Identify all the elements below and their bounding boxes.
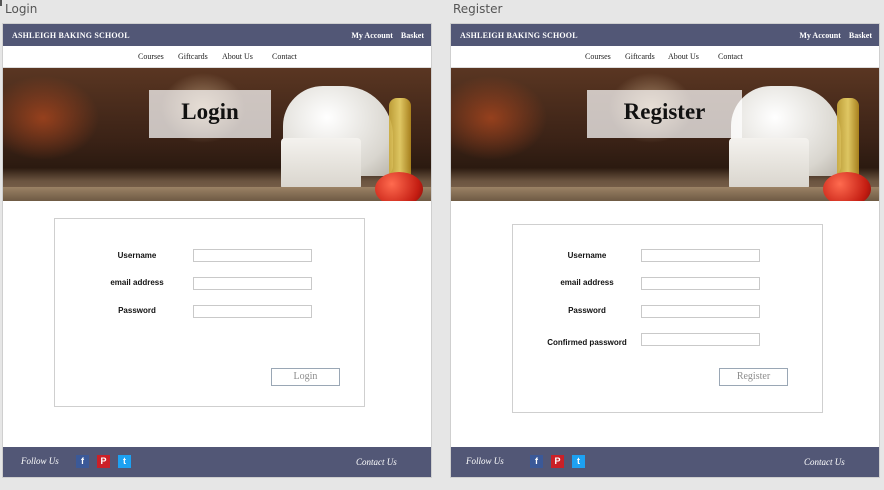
oil-bottle-image: [837, 98, 859, 178]
nav-courses[interactable]: Courses: [585, 52, 611, 61]
main-nav: Courses Giftcards About Us Contact: [451, 46, 879, 68]
contact-us-link[interactable]: Contact Us: [356, 457, 397, 467]
artboard-label-register[interactable]: Register: [453, 2, 502, 16]
artboard-label-login[interactable]: Login: [5, 2, 37, 16]
pinterest-icon[interactable]: P: [551, 455, 564, 468]
page-title: Login: [181, 99, 239, 124]
confirm-password-label: Confirmed password: [547, 338, 627, 347]
password-input[interactable]: [641, 305, 760, 318]
table-surface: [451, 187, 879, 201]
oil-bottle-image: [389, 98, 411, 178]
nav-contact[interactable]: Contact: [272, 52, 297, 61]
confirm-password-input[interactable]: [641, 333, 760, 346]
username-label: Username: [567, 251, 607, 260]
facebook-icon[interactable]: f: [530, 455, 543, 468]
selection-marker: [0, 0, 2, 6]
nav-contact[interactable]: Contact: [718, 52, 743, 61]
email-input[interactable]: [641, 277, 760, 290]
nav-about[interactable]: About Us: [222, 52, 253, 61]
tomato-image: [823, 172, 871, 201]
top-bar: ASHLEIGH BAKING SCHOOL My Account Basket: [451, 24, 879, 46]
account-links: My Account Basket: [343, 31, 424, 40]
table-surface: [3, 187, 431, 201]
hero-banner: Register: [451, 68, 879, 201]
twitter-icon[interactable]: t: [572, 455, 585, 468]
chef-hat-band: [281, 138, 361, 190]
main-nav: Courses Giftcards About Us Contact: [3, 46, 431, 68]
password-label: Password: [118, 306, 156, 315]
password-input[interactable]: [193, 305, 312, 318]
nav-giftcards[interactable]: Giftcards: [625, 52, 655, 61]
register-form: Username email address Password Confirme…: [512, 224, 823, 413]
account-links: My Account Basket: [791, 31, 872, 40]
email-label: email address: [560, 278, 614, 287]
register-artboard: ASHLEIGH BAKING SCHOOL My Account Basket …: [451, 24, 879, 477]
nav-giftcards[interactable]: Giftcards: [178, 52, 208, 61]
username-input[interactable]: [641, 249, 760, 262]
basket-link[interactable]: Basket: [849, 31, 872, 40]
login-button[interactable]: Login: [271, 368, 340, 386]
login-artboard: ASHLEIGH BAKING SCHOOL My Account Basket …: [3, 24, 431, 477]
nav-courses[interactable]: Courses: [138, 52, 164, 61]
contact-us-link[interactable]: Contact Us: [804, 457, 845, 467]
register-button[interactable]: Register: [719, 368, 788, 386]
facebook-icon[interactable]: f: [76, 455, 89, 468]
brand-logo[interactable]: ASHLEIGH BAKING SCHOOL: [12, 31, 130, 40]
my-account-link[interactable]: My Account: [351, 31, 393, 40]
username-input[interactable]: [193, 249, 312, 262]
twitter-icon[interactable]: t: [118, 455, 131, 468]
my-account-link[interactable]: My Account: [799, 31, 841, 40]
chef-hat-band: [729, 138, 809, 190]
footer: Follow Us f P t Contact Us: [451, 447, 879, 477]
email-input[interactable]: [193, 277, 312, 290]
password-label: Password: [568, 306, 606, 315]
hero-title-box: Login: [149, 90, 271, 138]
page-title: Register: [623, 99, 706, 124]
hero-banner: Login: [3, 68, 431, 201]
follow-us-label: Follow Us: [21, 456, 59, 466]
footer: Follow Us f P t Contact Us: [3, 447, 431, 477]
email-label: email address: [110, 278, 164, 287]
tomato-image: [375, 172, 423, 201]
login-form: Username email address Password Login: [54, 218, 365, 407]
follow-us-label: Follow Us: [466, 456, 504, 466]
nav-about[interactable]: About Us: [668, 52, 699, 61]
top-bar: ASHLEIGH BAKING SCHOOL My Account Basket: [3, 24, 431, 46]
brand-logo[interactable]: ASHLEIGH BAKING SCHOOL: [460, 31, 578, 40]
hero-title-box: Register: [587, 90, 742, 138]
username-label: Username: [117, 251, 157, 260]
pinterest-icon[interactable]: P: [97, 455, 110, 468]
basket-link[interactable]: Basket: [401, 31, 424, 40]
